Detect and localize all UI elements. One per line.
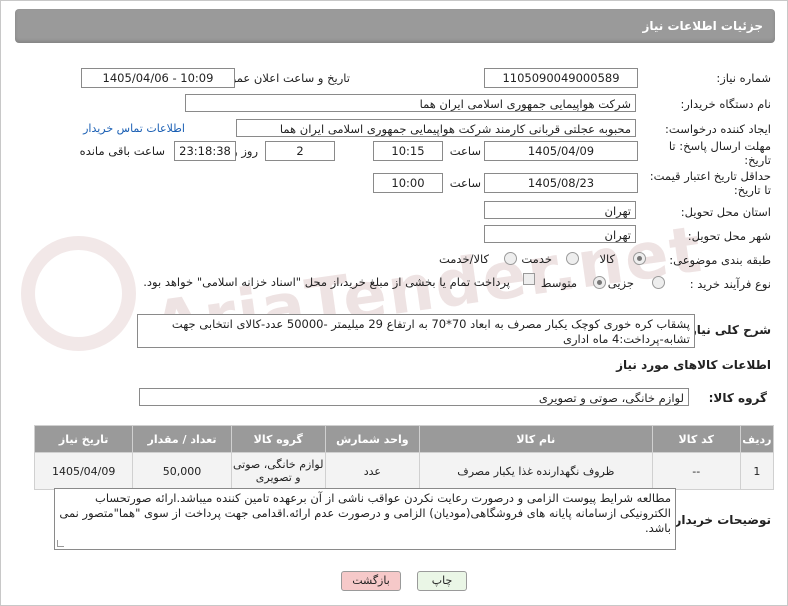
need-number-label: شماره نیاز: — [716, 71, 771, 85]
category-radio-goods-service[interactable] — [504, 252, 517, 265]
goods-group-label: گروه کالا: — [708, 391, 767, 405]
col-code: کد کالا — [651, 425, 741, 453]
goods-info-title: اطلاعات کالاهای مورد نیاز — [616, 358, 771, 372]
deadline-label: مهلت ارسال پاسخ: تا تاریخ: — [668, 139, 771, 167]
process-option-minor: جزیی — [607, 276, 634, 290]
province-field: تهران — [484, 201, 636, 219]
deadline-time-field: 10:15 — [373, 141, 443, 161]
resize-handle-icon — [57, 540, 64, 547]
col-row: ردیف — [739, 425, 775, 453]
cell-name: ظروف نگهدارنده غذا یکبار مصرف — [418, 452, 653, 490]
deadline-time-label: ساعت — [449, 144, 481, 158]
remaining-time-field: 23:18:38 — [174, 141, 236, 161]
buyer-notes-textarea: مطالعه شرایط پیوست الزامی و درصورت رعایت… — [54, 488, 676, 550]
back-button[interactable]: بازگشت — [341, 571, 401, 591]
city-field: تهران — [484, 225, 636, 243]
buyer-org-field: شرکت هواپیمایی جمهوری اسلامی ایران هما — [185, 94, 636, 112]
buyer-org-label: نام دستگاه خریدار: — [680, 97, 771, 111]
payment-checkbox[interactable] — [523, 273, 535, 285]
price-validity-label: حداقل تاریخ اعتبار قیمت: تا تاریخ: — [649, 169, 771, 197]
category-radio-goods[interactable] — [633, 252, 646, 265]
table-header-row: ردیف کد کالا نام کالا واحد شمارش گروه کا… — [33, 425, 775, 453]
cell-code: -- — [651, 452, 741, 490]
print-button[interactable]: چاپ — [417, 571, 467, 591]
col-group: گروه کالا — [230, 425, 326, 453]
cell-row: 1 — [739, 452, 775, 490]
price-validity-time-field: 10:00 — [373, 173, 443, 193]
col-unit: واحد شمارش — [324, 425, 420, 453]
goods-group-field: لوازم خانگی، صوتی و تصویری — [139, 388, 689, 406]
price-validity-time-label: ساعت — [449, 176, 481, 190]
buyer-notes-label: توضیحات خریدار: — [669, 513, 771, 527]
contact-info-link[interactable]: اطلاعات تماس خریدار — [83, 122, 185, 135]
creator-field: محبوبه عجلتی قربانی کارمند شرکت هواپیمای… — [236, 119, 636, 137]
category-radio-service[interactable] — [566, 252, 579, 265]
days-field: 2 — [265, 141, 335, 161]
remaining-label: ساعت باقی مانده — [79, 144, 165, 158]
watermark-logo — [21, 236, 136, 351]
description-label: شرح کلی نیاز: — [685, 323, 771, 337]
need-number-field: 1105090049000589 — [484, 68, 638, 88]
description-textarea: پشقاب کره خوری کوچک یکبار مصرف به ابعاد … — [137, 314, 695, 348]
cell-quantity: 50,000 — [132, 452, 232, 490]
col-quantity: تعداد / مقدار — [132, 425, 232, 453]
province-label: استان محل تحویل: — [680, 205, 771, 219]
creator-label: ایجاد کننده درخواست: — [665, 122, 771, 136]
process-radio-minor[interactable] — [652, 276, 665, 289]
page-frame: AriaTender.net جزئیات اطلاعات نیاز شماره… — [0, 0, 788, 606]
table-row: 1 -- ظروف نگهدارنده غذا یکبار مصرف عدد ل… — [33, 452, 775, 490]
price-validity-date-field: 1405/08/23 — [484, 173, 638, 193]
process-radio-medium[interactable] — [593, 276, 606, 289]
cell-date: 1405/04/09 — [33, 452, 134, 490]
col-name: نام کالا — [418, 425, 653, 453]
category-option-service: خدمت — [521, 252, 552, 266]
col-date: تاریخ نیاز — [33, 425, 134, 453]
page-title: جزئیات اطلاعات نیاز — [642, 19, 763, 33]
deadline-date-field: 1405/04/09 — [484, 141, 638, 161]
category-option-goods: کالا — [599, 252, 615, 266]
process-option-medium: متوسط — [540, 276, 577, 290]
cell-group: لوازم خانگی، صوتی و تصویری — [230, 452, 326, 490]
payment-note: پرداخت تمام یا بخشی از مبلغ خرید،از محل … — [143, 275, 510, 289]
items-table: ردیف کد کالا نام کالا واحد شمارش گروه کا… — [33, 425, 775, 490]
process-label: نوع فرآیند خرید : — [689, 277, 771, 291]
city-label: شهر محل تحویل: — [687, 229, 771, 243]
announce-field: 1405/04/06 - 10:09 — [81, 68, 235, 88]
category-option-goods-service: کالا/خدمت — [438, 252, 489, 266]
cell-unit: عدد — [324, 452, 420, 490]
buyer-notes-text: مطالعه شرایط پیوست الزامی و درصورت رعایت… — [59, 491, 671, 535]
days-label: روز و — [232, 144, 258, 158]
page-header: جزئیات اطلاعات نیاز — [15, 9, 775, 43]
category-label: طبقه بندی موضوعی: — [669, 253, 771, 267]
